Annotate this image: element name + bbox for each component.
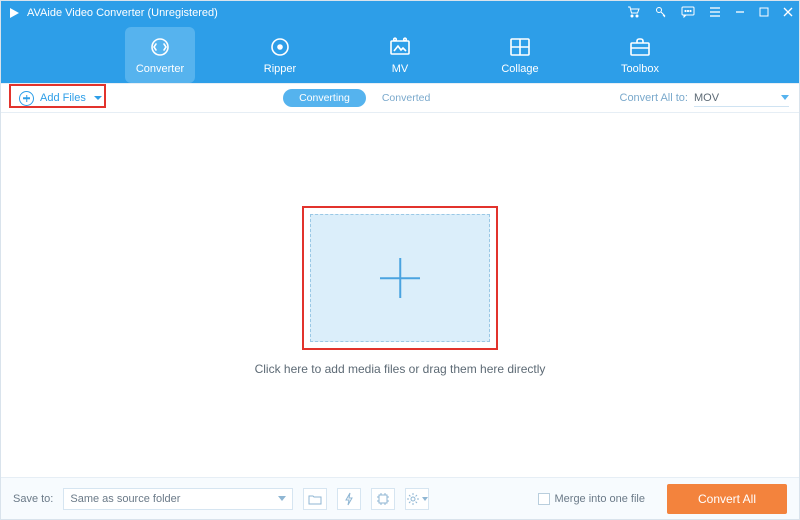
close-button[interactable] [783,7,793,20]
bottom-bar: Save to: Same as source folder Merge int… [1,477,799,519]
dropzone-wrapper [310,214,490,342]
nav-label: Converter [136,63,184,75]
checkbox-icon [538,493,550,505]
open-folder-button[interactable] [303,488,327,510]
nav-label: Toolbox [621,63,659,75]
window-title: AVAide Video Converter (Unregistered) [27,7,218,19]
maximize-button[interactable] [759,7,769,20]
sub-toolbar: Add Files Converting Converted Convert A… [1,83,799,113]
nav-label: Collage [501,63,538,75]
collage-icon [508,35,532,59]
chevron-down-icon [278,496,286,501]
main-nav: Converter Ripper MV Collage Toolbox [1,25,799,83]
cart-icon[interactable] [627,6,641,21]
boost-button[interactable] [337,488,361,510]
add-files-label: Add Files [40,92,86,104]
add-media-dropzone[interactable] [310,214,490,342]
output-format-select[interactable]: MOV [694,90,789,107]
nav-label: MV [392,63,409,75]
plus-icon [380,258,420,298]
menu-icon[interactable] [709,7,721,20]
nav-label: Ripper [264,63,296,75]
settings-button[interactable] [405,488,429,510]
tab-converting[interactable]: Converting [283,89,366,107]
nav-ripper[interactable]: Ripper [245,27,315,83]
mv-icon [388,35,412,59]
convert-all-to: Convert All to: MOV [620,90,789,107]
add-files-button[interactable]: Add Files [11,89,110,108]
dropzone-hint: Click here to add media files or drag th… [255,362,546,376]
hardware-accel-button[interactable] [371,488,395,510]
nav-collage[interactable]: Collage [485,27,555,83]
converter-icon [148,35,172,59]
save-to-select[interactable]: Same as source folder [63,488,293,510]
nav-mv[interactable]: MV [365,27,435,83]
chevron-down-icon [781,95,789,100]
titlebar: AVAide Video Converter (Unregistered) [1,1,799,25]
toolbox-icon [628,35,652,59]
window-controls [627,6,793,21]
save-to-value: Same as source folder [70,493,180,505]
save-to-label: Save to: [13,493,53,505]
app-logo-icon [7,6,21,20]
plus-circle-icon [19,91,34,106]
tab-converted[interactable]: Converted [366,89,446,107]
key-icon[interactable] [655,6,667,21]
convert-all-button[interactable]: Convert All [667,484,787,514]
status-toggle: Converting Converted [283,89,446,107]
ripper-icon [268,35,292,59]
merge-label: Merge into one file [555,493,646,505]
merge-checkbox[interactable]: Merge into one file [538,493,646,505]
nav-converter[interactable]: Converter [125,27,195,83]
nav-toolbox[interactable]: Toolbox [605,27,675,83]
chevron-down-icon [94,96,102,100]
feedback-icon[interactable] [681,6,695,21]
minimize-button[interactable] [735,7,745,20]
output-format-value: MOV [694,92,719,104]
convert-all-to-label: Convert All to: [620,92,688,104]
main-area: Click here to add media files or drag th… [1,113,799,477]
